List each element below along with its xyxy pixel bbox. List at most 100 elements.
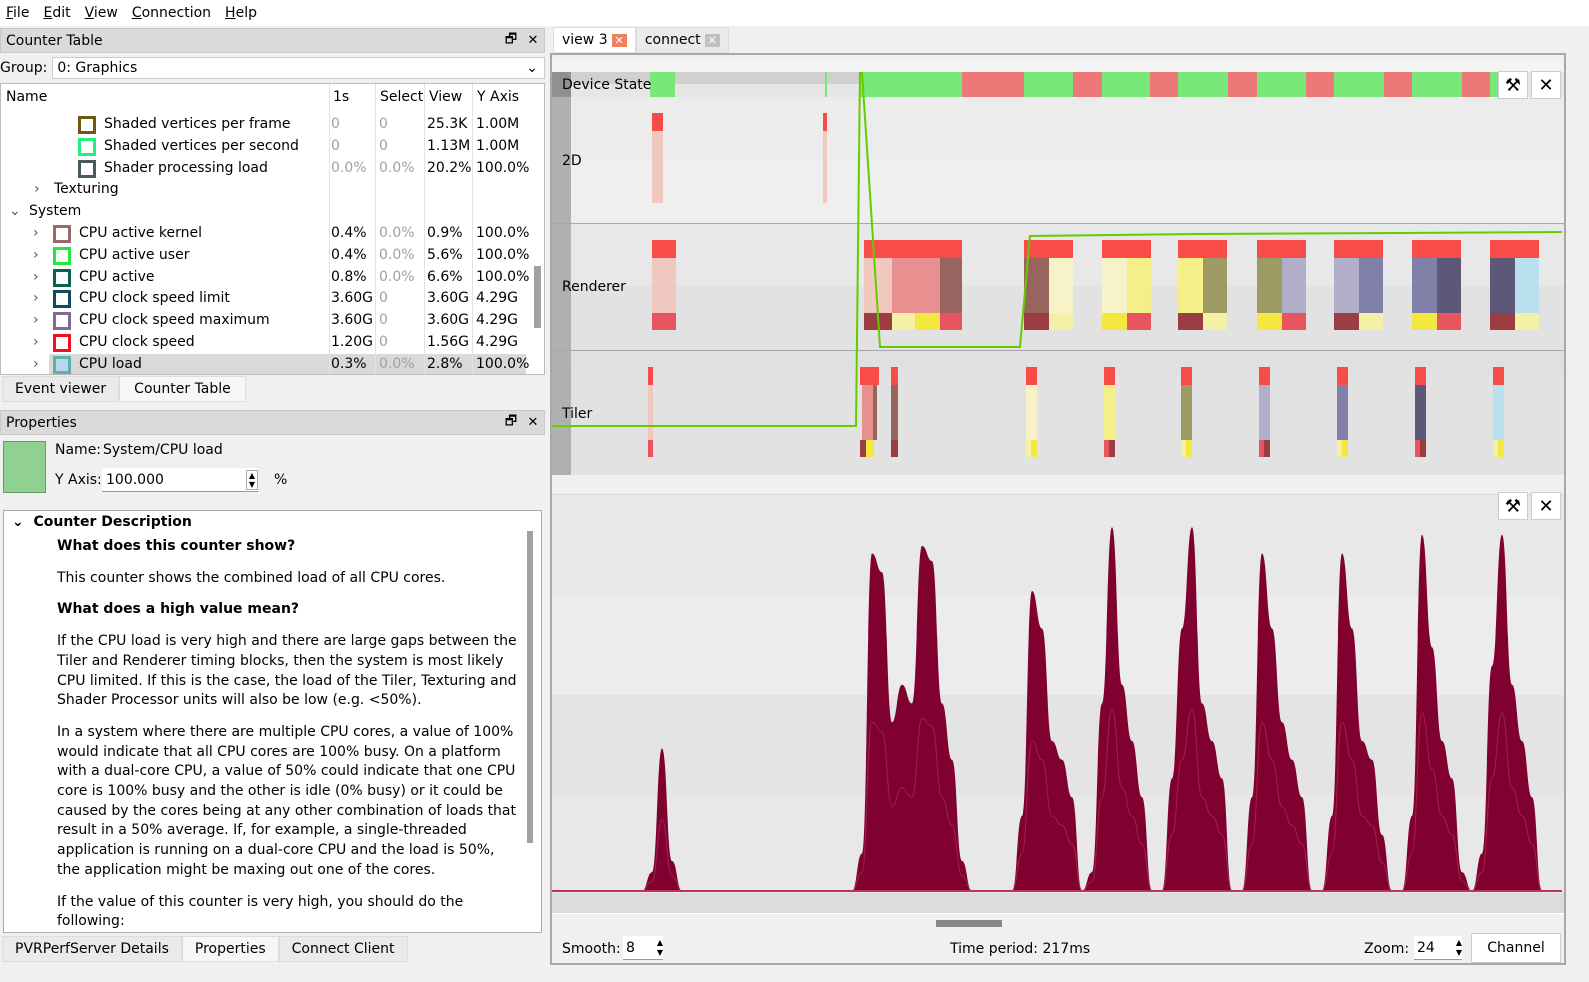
table-row[interactable]: › CPU clock speed limit 3.60G 0 3.60G 4.29G — [1, 288, 526, 310]
table-row[interactable]: › CPU clock speed maximum 3.60G 0 3.60G 4.29G — [1, 310, 526, 332]
menu-file[interactable]: File — [6, 5, 29, 21]
value-yaxis: 4.29G — [476, 290, 519, 307]
zoom-spinner[interactable]: 24 ▲ ▼ — [1414, 936, 1462, 960]
chevron-right-icon[interactable]: › — [33, 290, 39, 306]
separator — [552, 476, 1564, 494]
close-icon[interactable]: ✕ — [1531, 71, 1561, 99]
color-swatch-checkbox[interactable] — [53, 225, 71, 243]
menu-edit[interactable]: Edit — [43, 5, 70, 21]
color-swatch-checkbox[interactable] — [53, 268, 71, 287]
scrollbar-thumb[interactable] — [527, 531, 533, 843]
tiler-block — [1415, 440, 1420, 457]
tiler-block — [1264, 440, 1270, 457]
chevron-down-icon[interactable]: ⌄ — [9, 203, 21, 219]
color-swatch-checkbox[interactable] — [78, 116, 96, 134]
tab-event-viewer[interactable]: Event viewer — [2, 376, 120, 402]
value-1s: 1.20G — [331, 334, 374, 350]
table-row[interactable]: Shaded vertices per frame 0 0 25.3K 1.00M — [1, 114, 526, 136]
channel-button[interactable]: Channel — [1471, 933, 1561, 963]
renderer-block — [1412, 258, 1437, 313]
renderer-block — [915, 313, 940, 330]
chevron-right-icon[interactable]: › — [33, 356, 39, 372]
counter-name: Shader processing load — [104, 159, 268, 176]
close-icon[interactable]: ✕ — [704, 33, 720, 47]
color-swatch-checkbox[interactable] — [53, 290, 71, 309]
tab-properties[interactable]: Properties — [181, 936, 279, 962]
group-row: Group: 0: Graphics ⌄ — [0, 56, 545, 80]
table-group-row[interactable]: ⌄ System — [1, 201, 526, 223]
value-yaxis: 100.0% — [476, 355, 530, 372]
color-swatch-checkbox[interactable] — [53, 355, 71, 374]
chevron-right-icon[interactable]: › — [34, 181, 40, 197]
group-label: Group: — [0, 60, 48, 76]
renderer-block — [892, 313, 915, 330]
chevron-right-icon[interactable]: › — [33, 247, 39, 263]
close-icon[interactable]: ✕ — [522, 33, 544, 48]
settings-tools-icon[interactable]: ⚒ — [1498, 71, 1528, 99]
description-section[interactable]: ⌄ Counter Description — [12, 514, 192, 530]
col-1s[interactable]: 1s — [333, 89, 349, 105]
chevron-right-icon[interactable]: › — [33, 312, 39, 328]
chevron-right-icon[interactable]: › — [33, 334, 39, 350]
name-label: Name: — [55, 442, 102, 458]
value-select: 0.0% — [379, 355, 415, 372]
value-view: 20.2% — [427, 159, 472, 176]
float-icon[interactable]: 🗗 — [500, 412, 522, 434]
tab-view-3[interactable]: view 3 ✕ — [553, 27, 636, 53]
chevron-right-icon[interactable]: › — [33, 269, 39, 285]
timeline-and-graph[interactable] — [552, 55, 1564, 915]
table-row[interactable]: Shaded vertices per second 0 0 1.13M 1.00M — [1, 136, 526, 158]
color-swatch-checkbox[interactable] — [53, 334, 71, 352]
menu-view[interactable]: View — [85, 5, 118, 21]
close-icon[interactable]: ✕ — [522, 415, 544, 430]
menu-help[interactable]: Help — [225, 5, 257, 21]
horizontal-scrollbar[interactable] — [936, 920, 1002, 927]
tiler-block — [1181, 367, 1192, 385]
float-icon[interactable]: 🗗 — [500, 30, 522, 52]
close-icon[interactable]: ✕ — [611, 33, 627, 47]
table-row[interactable]: › CPU active kernel 0.4% 0.0% 0.9% 100.0% — [1, 223, 529, 245]
renderer-block — [1127, 313, 1151, 330]
chevron-down-icon: ⌄ — [12, 514, 24, 530]
table-row[interactable]: › CPU active user 0.4% 0.0% 5.6% 100.0% — [1, 245, 529, 267]
col-select[interactable]: Select — [380, 89, 423, 105]
col-yaxis[interactable]: Y Axis — [477, 89, 519, 105]
table-row[interactable]: Shader processing load 0.0% 0.0% 20.2% 100.0… — [1, 158, 529, 180]
close-icon[interactable]: ✕ — [1531, 492, 1561, 520]
spinner-icon[interactable]: ▲ ▼ — [1456, 938, 1462, 958]
menu-connection[interactable]: Connection — [132, 5, 211, 21]
renderer-block — [1334, 240, 1383, 258]
group-select[interactable]: 0: Graphics ⌄ — [52, 57, 545, 79]
value-select: 0.0% — [379, 159, 415, 176]
color-swatch-checkbox[interactable] — [78, 159, 96, 178]
tiler-block — [1031, 440, 1037, 457]
renderer-block — [940, 258, 962, 313]
spinner-icon[interactable]: ▲ ▼ — [245, 469, 258, 490]
scrollbar-thumb[interactable] — [534, 266, 541, 328]
table-row[interactable]: › CPU load 0.3% 0.0% 2.8% 100.0% — [33, 353, 530, 374]
spinner-icon[interactable]: ▲ ▼ — [657, 938, 663, 958]
color-swatch-checkbox[interactable] — [53, 246, 71, 265]
settings-tools-icon[interactable]: ⚒ — [1498, 492, 1528, 520]
tab-connect[interactable]: connect ✕ — [635, 27, 729, 53]
yaxis-input[interactable]: 100.000 ▲ ▼ — [102, 468, 258, 492]
color-swatch-checkbox[interactable] — [53, 312, 71, 331]
table-row[interactable]: › CPU clock speed 1.20G 0 1.56G 4.29G — [1, 332, 526, 354]
smooth-spinner[interactable]: 8 ▲ ▼ — [623, 936, 663, 960]
table-group-row[interactable]: › Texturing — [1, 179, 526, 201]
value-select: 0.0% — [379, 246, 415, 263]
tiler-block — [1415, 385, 1426, 440]
tiler-block — [1104, 367, 1115, 385]
tab-counter-table[interactable]: Counter Table — [119, 376, 246, 402]
color-swatch-checkbox[interactable] — [78, 137, 96, 156]
counter-color-swatch[interactable] — [3, 441, 46, 493]
chevron-right-icon[interactable]: › — [33, 225, 39, 241]
tab-connect-client[interactable]: Connect Client — [278, 936, 408, 962]
tab-pvrperfserver-details[interactable]: PVRPerfServer Details — [2, 936, 182, 962]
col-view[interactable]: View — [429, 89, 462, 105]
2d-block — [823, 131, 827, 203]
table-row[interactable]: › CPU active 0.8% 0.0% 6.6% 100.0% — [1, 267, 529, 289]
properties-title: Properties — [6, 414, 77, 431]
col-name[interactable]: Name — [6, 89, 47, 105]
value-yaxis: 4.29G — [476, 312, 519, 329]
